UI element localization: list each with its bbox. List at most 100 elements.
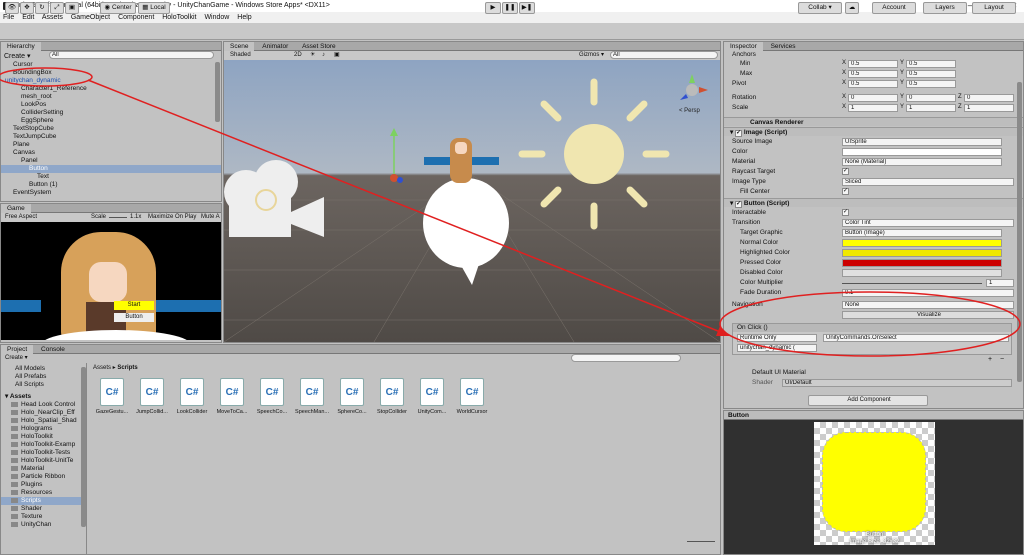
default-material-label[interactable]: Default UI Material	[752, 369, 806, 377]
target-object-field[interactable]: unitychan_dynamic (	[737, 344, 817, 352]
tab-console[interactable]: Console	[35, 345, 71, 354]
account-button[interactable]: Account	[872, 2, 916, 14]
game-view[interactable]: Start Button	[1, 222, 221, 340]
hierarchy-item[interactable]: ColliderSetting	[1, 109, 221, 117]
button-script-header[interactable]: ▾ ✓ Button (Script)	[724, 198, 1023, 208]
folder-item[interactable]: Head Look Control	[1, 401, 86, 409]
interactable-checkbox[interactable]: ✓	[842, 209, 849, 216]
mute-audio-toggle[interactable]: Mute A	[201, 213, 220, 222]
script-asset[interactable]: C# UnityCom...	[415, 378, 449, 428]
persp-label[interactable]: < Persp	[679, 108, 700, 114]
raycast-target-checkbox[interactable]: ✓	[842, 168, 849, 175]
script-asset[interactable]: C# MoveToCa...	[215, 378, 249, 428]
step-button[interactable]: ▶❚	[519, 2, 535, 14]
tab-project[interactable]: Project	[1, 345, 34, 354]
folder-item[interactable]: HoloToolkit-Examp	[1, 441, 86, 449]
project-search-input[interactable]	[571, 354, 681, 362]
breadcrumb-assets[interactable]: Assets	[93, 365, 111, 371]
game-button[interactable]: Button	[114, 313, 154, 322]
camera-icon[interactable]	[224, 152, 334, 247]
tab-services[interactable]: Services	[765, 42, 802, 51]
menu-assets[interactable]: Assets	[42, 14, 63, 21]
disabled-color-swatch[interactable]	[842, 269, 1002, 277]
transition-dropdown[interactable]: Color Tint	[842, 219, 1014, 227]
menu-edit[interactable]: Edit	[22, 14, 34, 21]
highlighted-color-swatch[interactable]	[842, 249, 1002, 257]
max-y-field[interactable]: 0.5	[906, 70, 956, 78]
folder-item[interactable]: HoloToolkit	[1, 433, 86, 441]
move-tool-icon[interactable]: ✥	[20, 2, 34, 14]
pivot-y-field[interactable]: 0.5	[906, 80, 956, 88]
favorite-item[interactable]: All Models	[15, 365, 86, 373]
rotate-tool-icon[interactable]: ↻	[35, 2, 49, 14]
rot-z-field[interactable]: 0	[964, 94, 1014, 102]
source-image-field[interactable]: UISprite	[842, 138, 1002, 146]
folder-item[interactable]: Holo_Spatial_Shad	[1, 417, 86, 425]
hierarchy-item[interactable]: EggSphere	[1, 117, 221, 125]
hierarchy-item[interactable]: Cursor	[1, 61, 221, 69]
canvas-renderer-header[interactable]: Canvas Renderer	[724, 117, 1023, 126]
function-dropdown[interactable]: UnityCommands.OnSelect	[823, 334, 1009, 342]
tab-hierarchy[interactable]: Hierarchy	[1, 42, 41, 51]
folder-item[interactable]: Texture	[1, 513, 86, 521]
runtime-only-dropdown[interactable]: Runtime Only	[737, 334, 817, 342]
image-enabled-checkbox[interactable]: ✓	[735, 130, 743, 137]
scene-view[interactable]: < Persp	[224, 60, 720, 342]
hierarchy-item[interactable]: Panel	[1, 157, 221, 165]
rot-x-field[interactable]: 0	[848, 94, 898, 102]
audio-toggle-icon[interactable]: ♪	[322, 51, 325, 60]
maximize-on-play-toggle[interactable]: Maximize On Play	[148, 213, 196, 222]
script-asset[interactable]: C# GazeGestu...	[95, 378, 129, 428]
shader-field[interactable]: UI/Default	[782, 379, 1012, 387]
hierarchy-scrollbar[interactable]	[215, 62, 220, 122]
free-aspect-dropdown[interactable]: Free Aspect	[5, 213, 37, 222]
remove-event-icon[interactable]: −	[1000, 356, 1004, 363]
script-asset[interactable]: C# SphereCo...	[335, 378, 369, 428]
icon-size-slider[interactable]	[687, 541, 715, 542]
inspector-scrollbar[interactable]	[1017, 82, 1022, 382]
tab-scene[interactable]: Scene	[224, 42, 255, 51]
favorite-item[interactable]: All Scripts	[15, 381, 86, 389]
folder-item[interactable]: HoloToolkit-Tests	[1, 449, 86, 457]
folder-item[interactable]: Holo_NearClip_Eff	[1, 409, 86, 417]
min-y-field[interactable]: 0.5	[906, 60, 956, 68]
2d-toggle[interactable]: 2D	[294, 51, 302, 60]
hierarchy-search-input[interactable]: All	[49, 51, 214, 59]
tab-animator[interactable]: Animator	[256, 42, 294, 51]
orientation-gizmo[interactable]	[672, 70, 712, 110]
hierarchy-item[interactable]: TextStopCube	[1, 125, 221, 133]
layout-button[interactable]: Layout	[972, 2, 1016, 14]
folder-item[interactable]: UnityChan	[1, 521, 86, 529]
rect-tool-icon[interactable]: ▣	[65, 2, 79, 14]
global-local-button[interactable]: ▦ Local	[138, 2, 170, 14]
scale-y-field[interactable]: 1	[906, 104, 956, 112]
normal-color-swatch[interactable]	[842, 239, 1002, 247]
anchors-label[interactable]: Anchors	[732, 51, 756, 59]
game-start-button[interactable]: Start	[114, 301, 154, 310]
hierarchy-item[interactable]: Text	[1, 173, 221, 181]
hierarchy-item[interactable]: Character1_Reference	[1, 85, 221, 93]
pivot-center-button[interactable]: ◉ Center	[100, 2, 136, 14]
hierarchy-create-button[interactable]: Create ▾	[4, 52, 30, 60]
image-script-header[interactable]: ▾ ✓ Image (Script)	[724, 127, 1023, 137]
tab-asset-store[interactable]: Asset Store	[296, 42, 342, 51]
tab-game[interactable]: Game	[1, 204, 31, 213]
fade-duration-field[interactable]: 0.1	[842, 289, 1014, 297]
script-asset[interactable]: C# LookCollider	[175, 378, 209, 428]
scene-search-input[interactable]: All	[610, 51, 718, 59]
gizmos-dropdown[interactable]: Gizmos ▾	[579, 51, 604, 60]
tab-inspector[interactable]: Inspector	[724, 42, 763, 51]
color-multiplier-slider[interactable]	[842, 283, 982, 284]
lighting-toggle-icon[interactable]: ☀	[310, 51, 315, 60]
menu-holotoolkit[interactable]: HoloToolkit	[162, 14, 196, 21]
color-swatch[interactable]	[842, 148, 1002, 156]
project-create-button[interactable]: Create ▾	[5, 354, 28, 363]
script-asset[interactable]: C# WorldCursor	[455, 378, 489, 428]
folder-item[interactable]: Material	[1, 465, 86, 473]
hierarchy-item[interactable]: Button	[1, 165, 221, 173]
cloud-icon[interactable]: ☁	[845, 2, 859, 14]
directional-light-icon[interactable]	[514, 74, 674, 234]
speech-bubble-icon[interactable]	[420, 175, 515, 290]
image-type-dropdown[interactable]: Sliced	[842, 178, 1014, 186]
menu-component[interactable]: Component	[118, 14, 154, 21]
